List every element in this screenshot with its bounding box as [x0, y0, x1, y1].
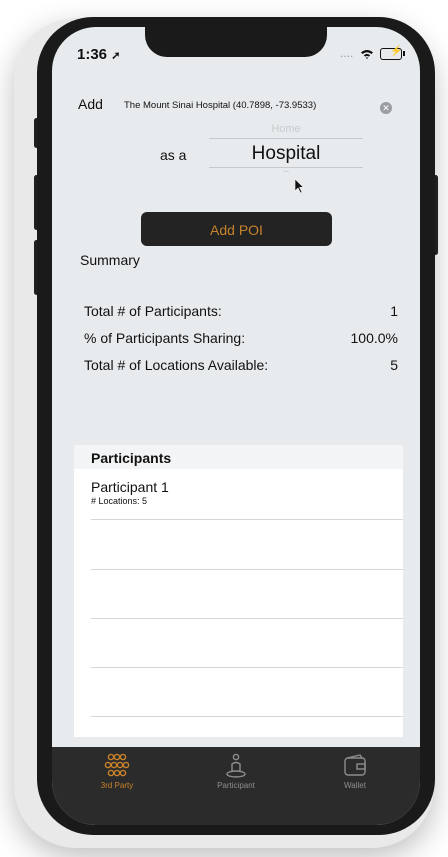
tab-label: Participant: [217, 781, 255, 790]
stat-value: 1: [390, 303, 398, 319]
stat-value: 5: [390, 357, 398, 373]
stat-label: Total # of Participants:: [84, 303, 222, 319]
stat-total-participants: Total # of Participants: 1: [84, 303, 398, 319]
participant-name: Participant 1: [91, 479, 169, 495]
participant-locations: # Locations: 5: [91, 496, 148, 506]
empty-row: [91, 570, 403, 619]
stat-value: 100.0%: [350, 330, 398, 346]
tab-bar: 3rd Party Participant Wallet: [52, 747, 420, 825]
list-item[interactable]: Participant 1 # Locations: 5: [91, 469, 403, 520]
clear-icon[interactable]: ✕: [380, 102, 392, 114]
poi-type-picker[interactable]: Home Hospital ~: [209, 123, 363, 179]
wifi-icon: [360, 46, 377, 60]
stat-participants-sharing: % of Participants Sharing: 100.0%: [84, 330, 398, 346]
picker-ghost-above: Home: [271, 123, 301, 135]
group-icon: [62, 753, 172, 779]
signal-dots: ....: [339, 46, 354, 60]
stat-label: % of Participants Sharing:: [84, 330, 246, 346]
place-name: The Mount Sinai Hospital (40.7898, -73.9…: [124, 100, 317, 111]
stat-label: Total # of Locations Available:: [84, 357, 269, 373]
add-label: Add: [78, 96, 103, 112]
notch: [145, 27, 327, 57]
stat-locations-available: Total # of Locations Available: 5: [84, 357, 398, 373]
app-screen: 1:36 ➚ .... ⚡ Add The Mount Sinai Hospit…: [52, 27, 420, 825]
add-poi-button[interactable]: Add POI: [141, 212, 332, 246]
battery-charging-icon: ⚡: [380, 46, 405, 60]
participants-table: Participants Participant 1 # Locations: …: [74, 445, 403, 737]
picker-selected-value[interactable]: Hospital: [209, 143, 363, 165]
as-a-label: as a: [160, 147, 187, 163]
empty-row: [91, 619, 403, 668]
tab-label: Wallet: [344, 781, 366, 790]
location-arrow-icon: ➚: [111, 50, 121, 62]
picker-divider-top: [209, 138, 363, 139]
participants-header: Participants: [74, 445, 403, 469]
tab-label: 3rd Party: [100, 781, 134, 790]
status-time: 1:36 ➚: [77, 46, 120, 63]
picker-ghost-below: ~: [282, 166, 290, 178]
tab-participant[interactable]: Participant: [181, 753, 291, 790]
wallet-icon: [300, 753, 410, 779]
empty-row: [91, 668, 403, 717]
tab-wallet[interactable]: Wallet: [300, 753, 410, 790]
participant-icon: [181, 753, 291, 779]
empty-row: [91, 520, 403, 570]
status-icons: .... ⚡: [337, 46, 405, 60]
summary-title: Summary: [80, 252, 140, 268]
tab-3rd-party[interactable]: 3rd Party: [62, 753, 172, 790]
mouse-pointer-icon: [294, 178, 305, 197]
status-time-text: 1:36: [77, 46, 108, 63]
